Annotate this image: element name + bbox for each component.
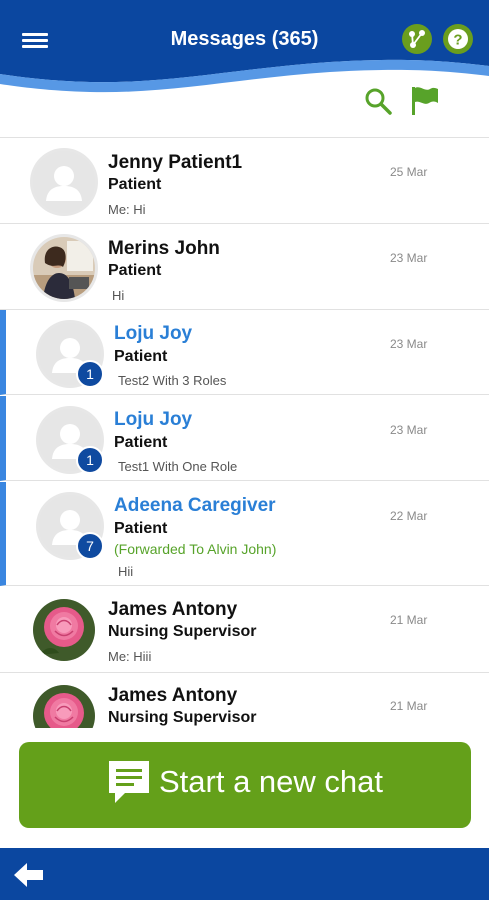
contact-role: Patient — [114, 434, 168, 451]
contact-name: James Antony — [108, 685, 238, 706]
profile-photo — [33, 237, 95, 299]
conversation-row[interactable]: 1 Loju Joy Patient Test1 With One Role 2… — [0, 396, 489, 481]
flag-filter-button[interactable] — [408, 84, 442, 118]
contact-name: Merins John — [108, 238, 220, 259]
conversation-row[interactable]: James Antony Nursing Supervisor 21 Mar — [0, 673, 489, 728]
forwarded-note: (Forwarded To Alvin John) — [114, 541, 277, 557]
help-icon: ? — [448, 29, 468, 49]
avatar — [33, 599, 95, 661]
message-date: 23 Mar — [390, 251, 428, 265]
message-date: 25 Mar — [390, 165, 428, 179]
unread-count-badge: 1 — [76, 360, 104, 388]
contact-name: James Antony — [108, 599, 238, 620]
contact-role: Patient — [108, 176, 162, 193]
message-preview: Hi — [112, 288, 125, 303]
flag-icon — [412, 87, 438, 115]
message-preview: Test1 With One Role — [118, 459, 238, 474]
back-button[interactable] — [12, 860, 46, 890]
message-preview: Hii — [118, 564, 134, 579]
message-date: 21 Mar — [390, 699, 428, 713]
rose-photo — [33, 599, 95, 661]
contact-role: Nursing Supervisor — [108, 623, 257, 640]
rose-photo — [33, 685, 95, 728]
start-new-chat-label: Start a new chat — [159, 764, 384, 799]
avatar — [33, 151, 95, 213]
contact-role: Patient — [108, 262, 162, 279]
share-network-button[interactable] — [402, 24, 432, 54]
message-date: 22 Mar — [390, 509, 428, 523]
message-date: 21 Mar — [390, 613, 428, 627]
contact-name: Loju Joy — [114, 323, 193, 344]
conversation-row[interactable]: James Antony Nursing Supervisor Me: Hiii… — [0, 587, 489, 673]
conversation-row[interactable]: Merins John Patient Hi 23 Mar — [0, 224, 489, 310]
message-preview: Me: Hi — [108, 202, 146, 217]
contact-name: Adeena Caregiver — [114, 495, 276, 516]
contact-role: Patient — [114, 348, 168, 365]
message-preview: Test2 With 3 Roles — [118, 373, 227, 388]
contact-role: Nursing Supervisor — [108, 709, 257, 726]
help-button[interactable]: ? — [443, 24, 473, 54]
svg-text:?: ? — [453, 32, 462, 49]
conversation-row[interactable]: 1 Loju Joy Patient Test2 With 3 Roles 23… — [0, 310, 489, 395]
conversation-row[interactable]: 7 Adeena Caregiver Patient (Forwarded To… — [0, 482, 489, 586]
conversation-list[interactable]: Jenny Patient1 Patient Me: Hi 25 Mar Mer… — [0, 137, 489, 728]
contact-name: Loju Joy — [114, 409, 193, 430]
bottom-bar — [0, 848, 489, 900]
search-icon — [365, 88, 392, 115]
share-network-icon — [409, 30, 425, 48]
chat-bubble-icon — [109, 761, 149, 803]
avatar — [33, 685, 95, 728]
message-date: 23 Mar — [390, 337, 428, 351]
avatar — [33, 237, 95, 299]
message-date: 23 Mar — [390, 423, 428, 437]
unread-count-badge: 7 — [76, 532, 104, 560]
conversation-row[interactable]: Jenny Patient1 Patient Me: Hi 25 Mar — [0, 138, 489, 224]
person-placeholder-icon — [33, 151, 95, 213]
contact-name: Jenny Patient1 — [108, 152, 243, 173]
back-arrow-icon — [14, 863, 43, 887]
unread-count-badge: 1 — [76, 446, 104, 474]
contact-role: Patient — [114, 520, 168, 537]
message-preview: Me: Hiii — [108, 649, 152, 664]
search-button[interactable] — [362, 85, 394, 117]
start-new-chat-button[interactable]: Start a new chat — [19, 742, 471, 828]
